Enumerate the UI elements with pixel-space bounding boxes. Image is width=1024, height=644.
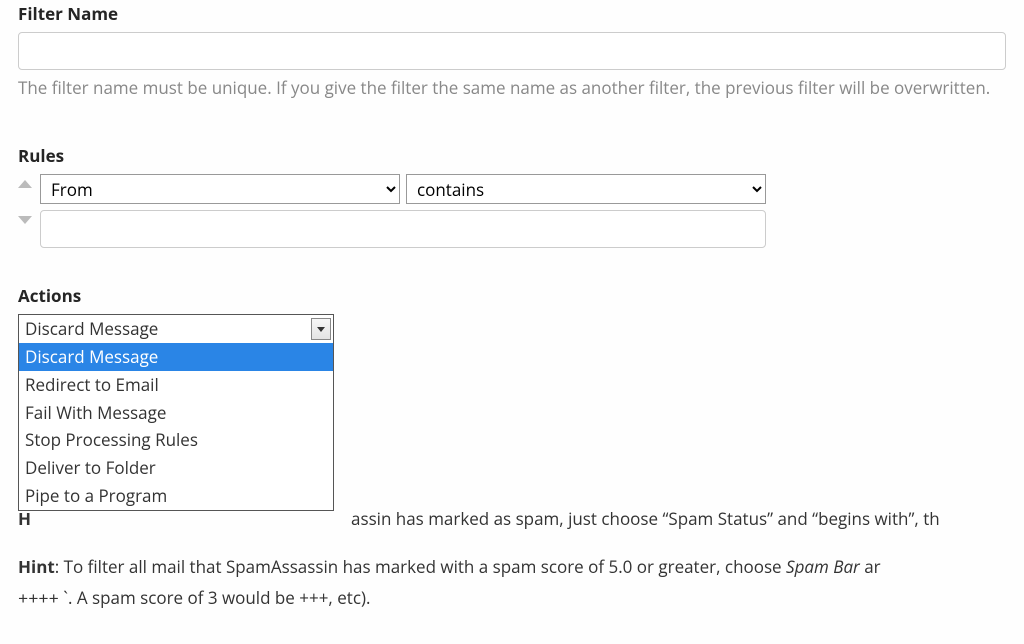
rule-field-select[interactable]: From — [40, 174, 400, 204]
action-option-discard[interactable]: Discard Message — [19, 343, 333, 371]
rule-condition-select[interactable]: contains — [406, 174, 766, 204]
action-dropdown-panel: Discard Message Redirect to Email Fail W… — [18, 343, 334, 511]
rule-value-input[interactable] — [40, 210, 766, 248]
chevron-down-icon — [317, 327, 325, 332]
action-option-redirect[interactable]: Redirect to Email — [19, 371, 333, 399]
rule-move-down-icon[interactable] — [18, 216, 32, 224]
action-select[interactable]: Discard Message — [18, 314, 334, 344]
action-option-deliver[interactable]: Deliver to Folder — [19, 454, 333, 482]
rule-move-up-icon[interactable] — [18, 180, 32, 188]
rules-label: Rules — [18, 144, 1006, 168]
dropdown-button[interactable] — [311, 318, 331, 340]
filter-name-help: The filter name must be unique. If you g… — [18, 76, 1006, 101]
action-option-fail[interactable]: Fail With Message — [19, 399, 333, 427]
action-select-value: Discard Message — [25, 317, 311, 341]
action-option-stop[interactable]: Stop Processing Rules — [19, 426, 333, 454]
actions-label: Actions — [18, 284, 1006, 308]
filter-name-label: Filter Name — [18, 2, 1006, 26]
hint-spam-score-cont: ++++ `. A spam score of 3 would be +++, … — [18, 585, 1006, 614]
action-option-pipe[interactable]: Pipe to a Program — [19, 482, 333, 510]
filter-name-input[interactable] — [18, 32, 1006, 70]
hint-spam-score: Hint: To filter all mail that SpamAssass… — [18, 554, 1006, 580]
